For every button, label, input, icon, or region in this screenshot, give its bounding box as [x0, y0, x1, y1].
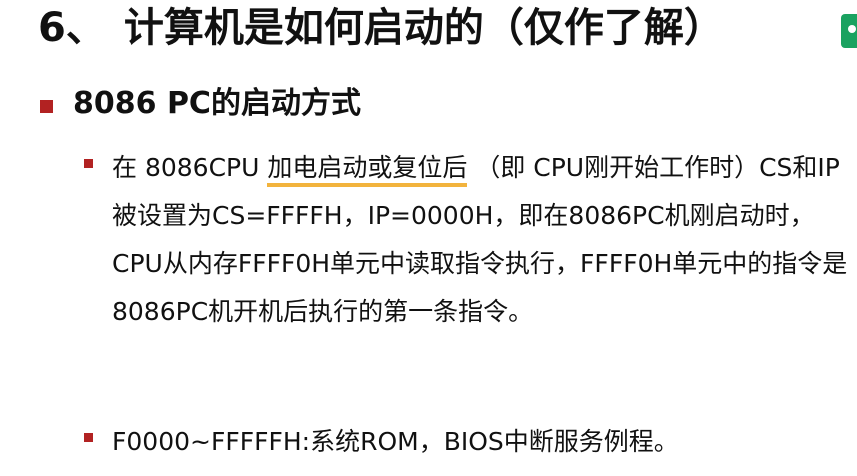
square-bullet-icon [84, 433, 93, 442]
title-number: 6、 [38, 5, 106, 51]
sub-point-rom: F0000~FFFFFH:系统ROM，BIOS中断服务例程。 [84, 418, 849, 466]
title-text: 计算机是如何启动的（仅作了解） [123, 5, 724, 51]
app-badge-icon[interactable] [841, 14, 857, 48]
section-heading: 8086 PC的启动方式 [73, 86, 361, 121]
square-bullet-icon [40, 99, 53, 113]
text-before-highlight: 在 8086CPU [112, 153, 268, 182]
sub-point-text: F0000~FFFFFH:系统ROM，BIOS中断服务例程。 [112, 427, 679, 456]
sub-point-text: 在 8086CPU 加电启动或复位后 （即 CPU刚开始工作时）CS和IP被设置… [112, 144, 849, 336]
sub-point-startup: 在 8086CPU 加电启动或复位后 （即 CPU刚开始工作时）CS和IP被设置… [84, 144, 849, 336]
badge-dot [848, 25, 856, 33]
highlighted-phrase: 加电启动或复位后 [267, 153, 468, 187]
square-bullet-icon [84, 159, 93, 168]
section-bullet: 8086 PC的启动方式 [40, 82, 361, 126]
slide-title: 6、 计算机是如何启动的（仅作了解） [38, 4, 724, 52]
